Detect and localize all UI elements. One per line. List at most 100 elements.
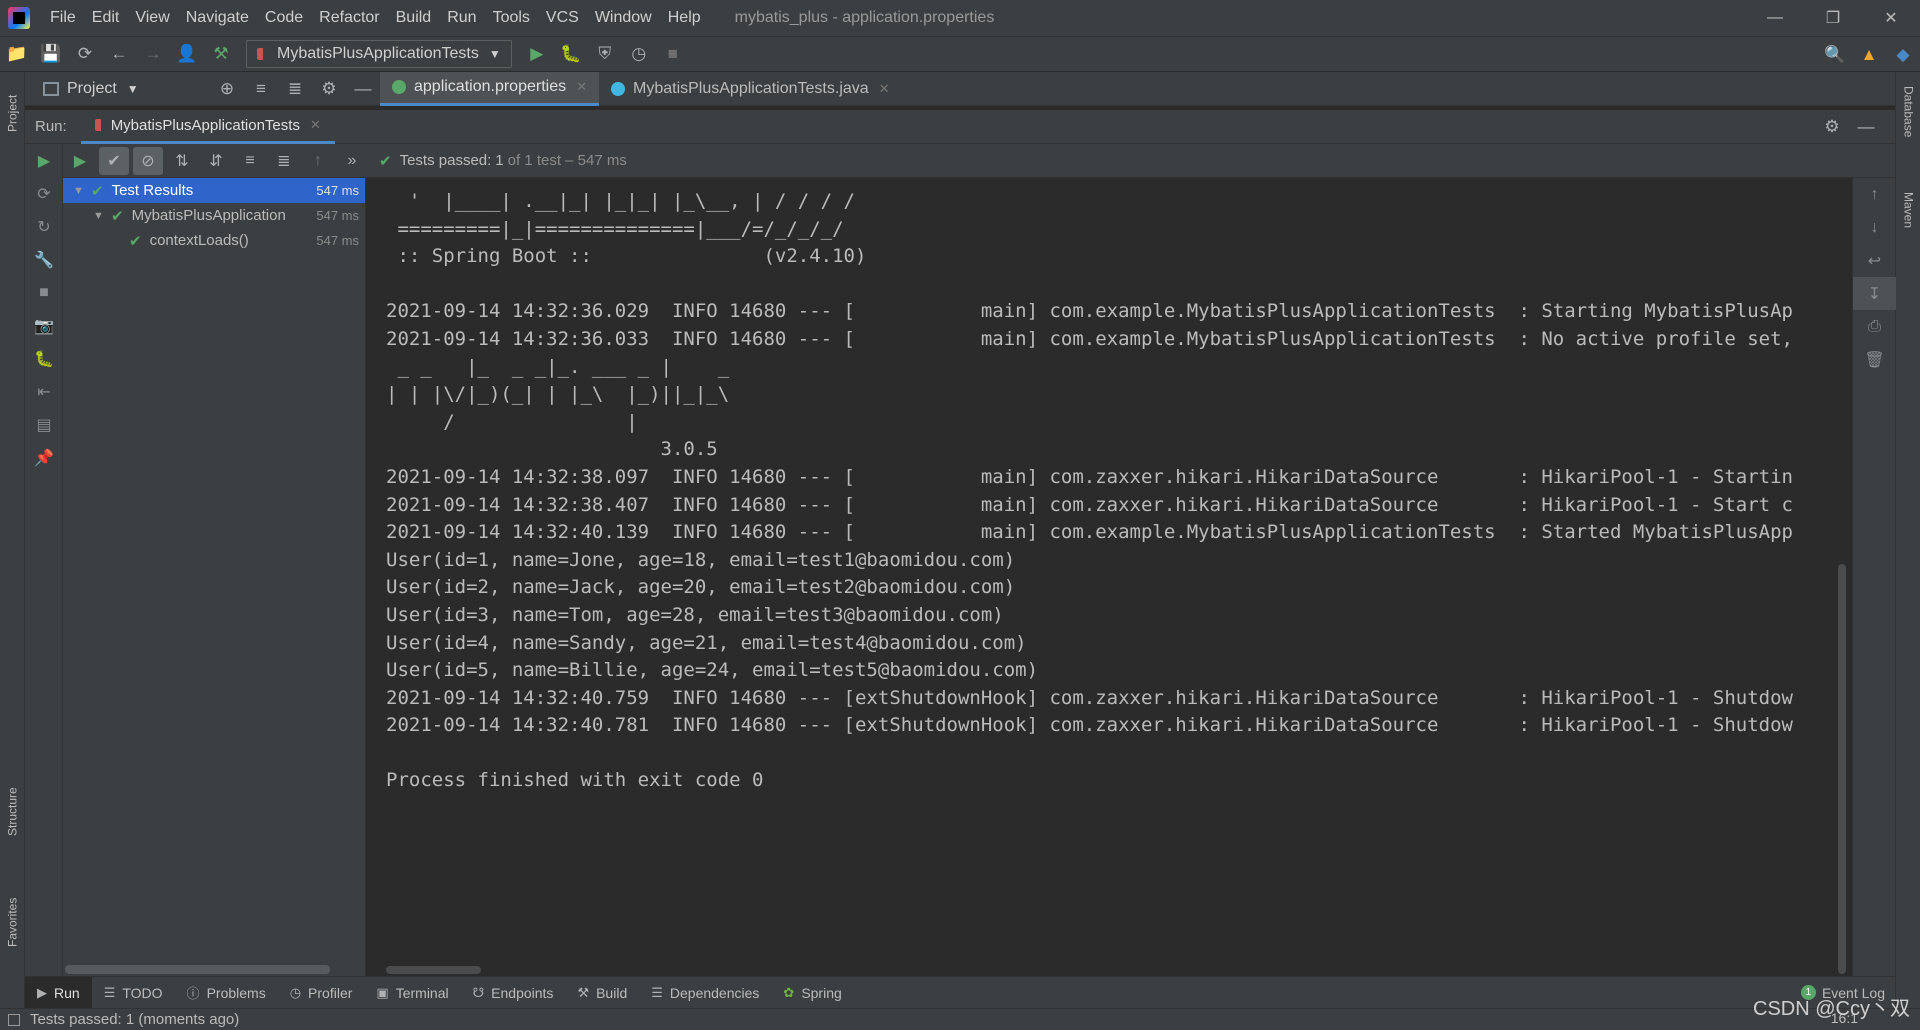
gear-icon[interactable]: ⚙ [1818,113,1846,141]
camera-icon[interactable]: 📷 [25,309,63,342]
check-icon: ✔ [111,207,124,225]
user-icon[interactable]: 👤 [173,40,201,68]
locate-icon[interactable]: ⊕ [213,75,241,103]
run-icon[interactable]: ▶ [523,40,551,68]
close-tab-icon[interactable]: ✕ [879,81,890,97]
back-arrow-icon[interactable]: ← [105,40,133,68]
scroll-to-end-icon[interactable]: ↧ [1853,277,1896,310]
sort-alpha-icon[interactable]: ⇅ [167,147,197,175]
bottom-tab-build[interactable]: ⚒ Build [565,977,639,1009]
menu-code[interactable]: Code [257,9,311,27]
sort-duration-icon[interactable]: ⇵ [201,147,231,175]
pin-icon[interactable]: 📌 [25,441,63,474]
restore-icon[interactable]: ❐ [1804,0,1862,36]
build-hammer-icon[interactable]: ⚒ [207,40,235,68]
layout-icon[interactable]: ▤ [25,408,63,441]
search-icon[interactable]: 🔍 [1821,41,1849,69]
bug-icon[interactable]: 🐛 [25,342,63,375]
close-tab-icon[interactable]: ✕ [576,79,587,95]
console-line: 2021-09-14 14:32:38.407 INFO 14680 --- [… [386,493,1793,516]
chevron-down-icon[interactable]: ▼ [73,185,87,197]
collapse-all-icon[interactable]: ≣ [281,75,309,103]
expand-all-icon[interactable]: ≡ [247,75,275,103]
jetbrains-toolbox-icon[interactable]: ◆ [1889,41,1917,69]
open-folder-icon[interactable]: 📁 [3,40,31,68]
menu-navigate[interactable]: Navigate [178,9,257,27]
bottom-tab-problems[interactable]: ⓘ Problems [175,977,278,1009]
tree-horizontal-scrollbar[interactable] [65,965,330,974]
console-vertical-scrollbar[interactable] [1838,564,1846,974]
bottom-tab-profiler[interactable]: ◷ Profiler [278,977,365,1009]
debug-icon[interactable]: 🐛 [557,40,585,68]
menu-vcs[interactable]: VCS [538,9,587,27]
wrench-icon[interactable]: 🔧 [25,243,63,276]
gear-icon[interactable]: ⚙ [315,75,343,103]
bottom-tab-terminal[interactable]: ▣ Terminal [364,977,460,1009]
chevron-down-icon[interactable]: ▼ [93,210,107,222]
project-panel-header[interactable]: Project ▼ ⊕ ≡ ≣ ⚙ — [25,72,380,106]
bottom-tab-spring[interactable]: ✿ Spring [771,977,853,1009]
bottom-tab-endpoints[interactable]: ☋ Endpoints [461,977,566,1009]
menu-help[interactable]: Help [660,9,709,27]
exit-icon[interactable]: ⇤ [25,375,63,408]
close-tab-icon[interactable]: ✕ [310,117,321,133]
expand-all-icon[interactable]: ≡ [235,147,265,175]
toggle-auto-test-icon[interactable]: ↻ [25,210,63,243]
tree-node-test-method[interactable]: ✔ contextLoads() 547 ms [63,228,365,253]
menu-tools[interactable]: Tools [485,9,538,27]
console-horizontal-scrollbar[interactable] [386,966,481,974]
soft-wrap-icon[interactable]: ↩ [1853,244,1896,277]
stop-icon[interactable]: ■ [25,276,63,309]
trash-icon[interactable]: 🗑 [1853,343,1896,376]
menu-view[interactable]: View [127,9,177,27]
forward-arrow-icon[interactable]: → [139,40,167,68]
hide-panel-icon[interactable]: — [1852,113,1880,141]
scroll-down-icon[interactable]: ↓ [1853,211,1896,244]
save-icon[interactable]: 💾 [37,40,65,68]
update-icon[interactable]: ▲ [1855,41,1883,69]
show-passed-icon[interactable]: ✔ [99,146,129,175]
menu-build[interactable]: Build [388,9,440,27]
bottom-tab-dependencies[interactable]: ☰ Dependencies [639,977,771,1009]
menu-refactor[interactable]: Refactor [311,9,387,27]
chevron-down-icon[interactable]: ▼ [127,82,139,96]
run-tests-icon[interactable]: ▶ [65,147,95,175]
list-icon: ☰ [103,984,116,1000]
close-window-icon[interactable]: ✕ [1862,0,1920,36]
favorites-tool-tab[interactable]: Favorites [2,882,23,962]
scroll-up-icon[interactable]: ↑ [1853,178,1896,211]
console-output[interactable]: ' |____| .__|_| |_|_| |_\__, | / / / / =… [367,178,1852,976]
tab-application-properties[interactable]: application.properties ✕ [380,71,599,106]
coverage-icon[interactable]: ⛨ [591,40,619,68]
more-icon[interactable]: » [337,147,367,175]
database-tool-tab[interactable]: Database [1898,86,1919,176]
menu-window[interactable]: Window [587,9,660,27]
rerun-icon[interactable]: ▶ [25,144,63,177]
collapse-all-icon[interactable]: ≣ [269,147,299,175]
tab-mybatisplus-tests-java[interactable]: MybatisPlusApplicationTests.java ✕ [599,72,902,106]
tree-node-test-class[interactable]: ▼ ✔ MybatisPlusApplication 547 ms [63,203,365,228]
maven-tool-tab[interactable]: Maven [1898,192,1919,272]
bottom-tab-todo[interactable]: ☰ TODO [92,977,175,1009]
run-tab-mybatisplus-tests[interactable]: MybatisPlusApplicationTests ✕ [80,110,335,144]
rerun-failed-icon[interactable]: ⟳ [25,177,63,210]
profile-icon[interactable]: ◷ [625,40,653,68]
menu-file[interactable]: File [42,9,84,27]
sync-icon[interactable]: ⟳ [71,40,99,68]
hide-icon[interactable]: — [349,75,377,103]
previous-failed-icon[interactable]: ↑ [303,147,333,175]
bottom-tab-run[interactable]: ▶ Run [25,976,92,1009]
project-tool-tab[interactable]: Project [2,78,23,148]
stop-icon[interactable]: ■ [659,40,687,68]
tree-node-test-results[interactable]: ▼ ✔ Test Results 547 ms [63,178,365,203]
intellij-logo-icon [8,7,30,29]
structure-tool-tab[interactable]: Structure [2,772,23,852]
minimize-icon[interactable]: — [1746,0,1804,36]
show-ignored-icon[interactable]: ⊘ [133,146,163,175]
tool-windows-icon[interactable] [8,1013,20,1026]
print-icon[interactable]: ⎙ [1853,310,1896,343]
menu-edit[interactable]: Edit [84,9,128,27]
menu-run[interactable]: Run [439,9,484,27]
run-configuration-select[interactable]: MybatisPlusApplicationTests ▼ [246,40,512,68]
tests-passed-label: Tests passed: [399,152,492,169]
